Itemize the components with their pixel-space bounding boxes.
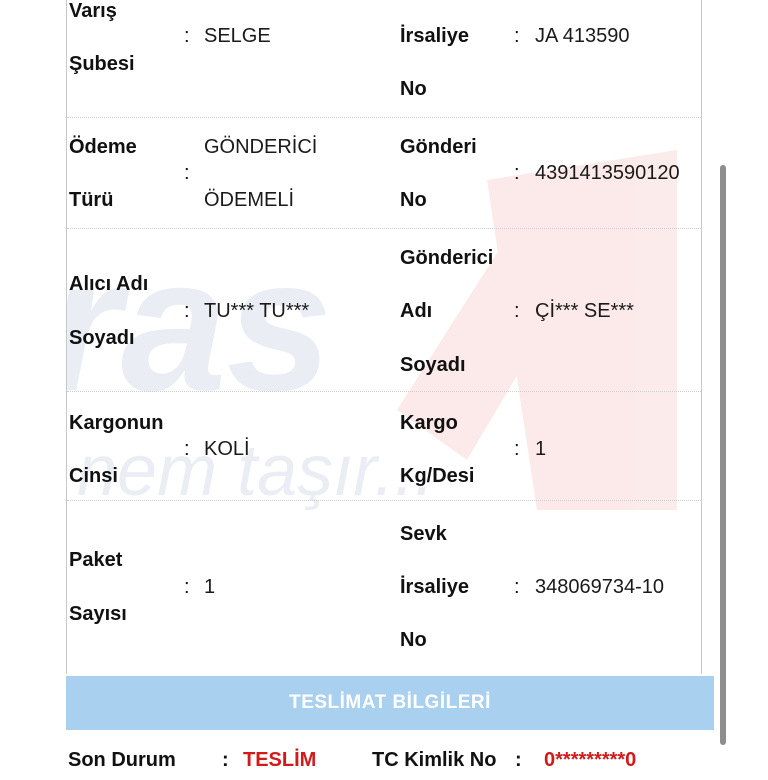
shipment-details-panel: ras nem taşır... Varış Şubesi : SELGE İr… — [66, 0, 702, 674]
field-label: No — [400, 189, 427, 211]
field-value: Çİ*** SE*** — [535, 300, 634, 322]
separator: : — [184, 162, 190, 184]
field-value: 4391413590120 — [535, 162, 680, 184]
table-row: Paket Sayısı : 1 Sevk İrsaliye No : 3480… — [67, 500, 701, 674]
field-label: Sevk — [400, 523, 447, 545]
separator: : — [184, 438, 190, 460]
field-label: Adı — [400, 300, 433, 322]
field-label: Ödeme — [69, 136, 137, 158]
field-label: Alıcı Adı — [69, 273, 149, 295]
field-value: KOLİ — [204, 438, 250, 460]
field-value: ÖDEMELİ — [204, 189, 295, 211]
table-row: Varış Şubesi : SELGE İrsaliye No : JA 41… — [67, 0, 701, 118]
field-label: Kargonun — [69, 412, 164, 434]
separator: : — [514, 300, 520, 322]
field-value: 348069734-10 — [535, 576, 665, 598]
table-row: Alıcı Adı Soyadı : TU*** TU*** Gönderici… — [67, 228, 701, 392]
field-label: Sayısı — [69, 603, 127, 625]
separator: : — [222, 749, 229, 771]
field-label: Cinsi — [69, 465, 118, 487]
field-label: Gönderici — [400, 247, 494, 269]
field-label: Paket — [69, 549, 123, 571]
field-label: No — [400, 629, 427, 651]
field-value: SELGE — [204, 25, 271, 47]
table-row: Ödeme Türü : GÖNDERİCİ ÖDEMELİ Gönderi N… — [67, 117, 701, 229]
separator: : — [514, 25, 520, 47]
field-label: Şubesi — [69, 53, 135, 75]
separator: : — [514, 162, 520, 184]
separator: : — [184, 576, 190, 598]
separator: : — [515, 749, 522, 771]
field-value: 1 — [204, 576, 216, 598]
scrollbar-thumb[interactable] — [720, 165, 726, 745]
field-value: 1 — [535, 438, 547, 460]
field-value: GÖNDERİCİ — [204, 136, 318, 158]
tc-id-label: TC Kimlik No — [372, 749, 497, 771]
field-value: TU*** TU*** — [204, 300, 310, 322]
field-value: JA 413590 — [535, 25, 630, 47]
field-label: Kargo — [400, 412, 458, 434]
field-label: Varış — [69, 0, 117, 22]
field-label: Kg/Desi — [400, 465, 475, 487]
field-label: İrsaliye — [400, 25, 469, 47]
status-value: TESLİM — [243, 749, 317, 771]
table-row: Kargonun Cinsi : KOLİ Kargo Kg/Desi : 1 — [67, 391, 701, 501]
field-label: Türü — [69, 189, 114, 211]
delivery-section-header: TESLİMAT BİLGİLERİ — [66, 676, 714, 730]
field-label: İrsaliye — [400, 576, 469, 598]
status-label: Son Durum — [68, 749, 176, 771]
separator: : — [184, 25, 190, 47]
field-label: Gönderi — [400, 136, 477, 158]
separator: : — [514, 576, 520, 598]
separator: : — [184, 300, 190, 322]
field-label: No — [400, 78, 427, 100]
field-label: Soyadı — [400, 354, 466, 376]
field-label: Soyadı — [69, 327, 135, 349]
separator: : — [514, 438, 520, 460]
tc-id-value: 0*********0 — [544, 749, 637, 771]
